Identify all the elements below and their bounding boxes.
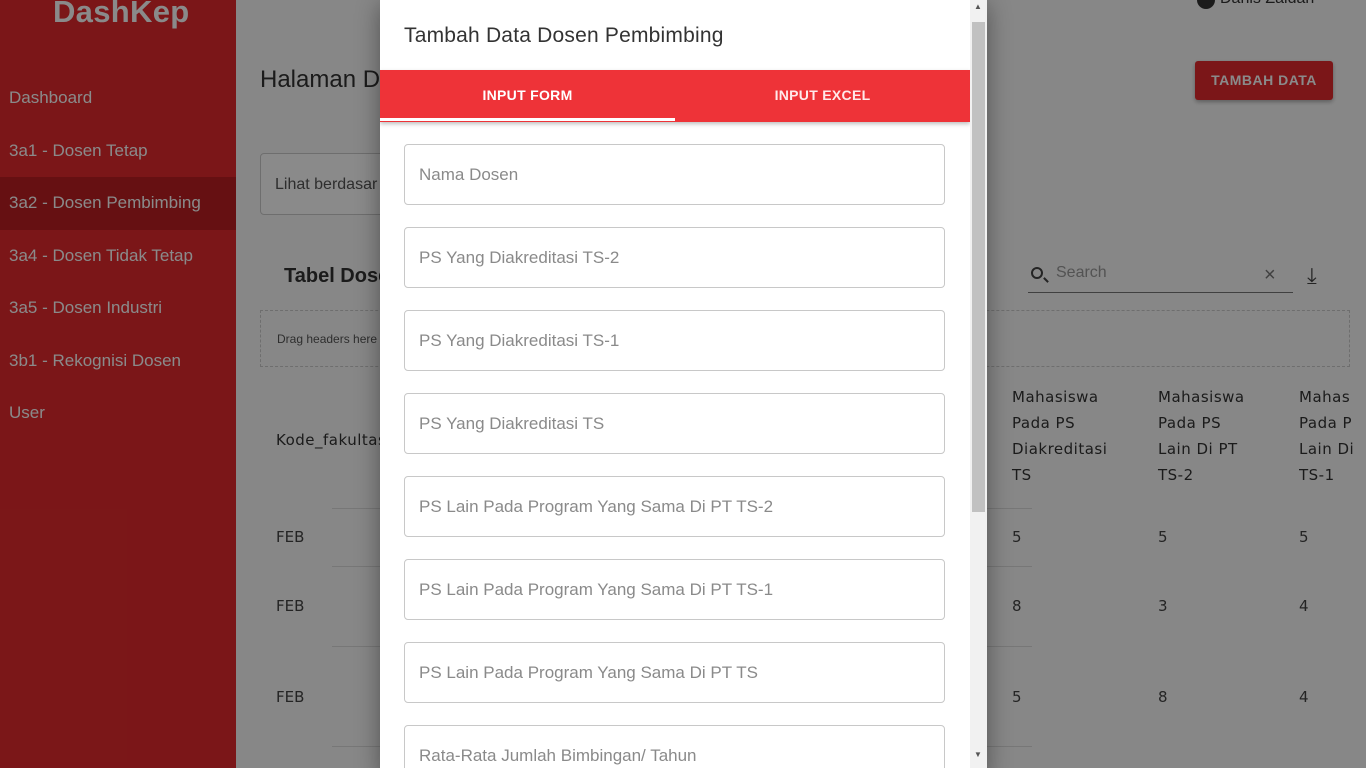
scroll-thumb[interactable] [972, 22, 985, 512]
ps-diakreditasi-ts1-input[interactable] [419, 331, 929, 351]
ps-diakreditasi-ts-input[interactable] [419, 414, 929, 434]
tab-input-excel[interactable]: INPUT EXCEL [675, 70, 970, 122]
dialog-scrollbar[interactable]: ▲ ▼ [970, 0, 987, 768]
add-dosen-pembimbing-dialog: Tambah Data Dosen Pembimbing INPUT FORM … [380, 0, 987, 768]
ps-lain-ts2-field[interactable] [404, 476, 945, 537]
ps-diakreditasi-ts2-input[interactable] [419, 248, 929, 268]
dialog-tabs: INPUT FORM INPUT EXCEL [380, 70, 970, 122]
ps-lain-ts2-input[interactable] [419, 497, 929, 517]
active-tab-indicator [380, 118, 675, 121]
tab-input-form[interactable]: INPUT FORM [380, 70, 675, 122]
rata-rata-bimbingan-field[interactable] [404, 725, 945, 768]
ps-lain-ts-input[interactable] [419, 663, 929, 683]
ps-lain-ts1-input[interactable] [419, 580, 929, 600]
rata-rata-bimbingan-input[interactable] [419, 746, 929, 766]
ps-diakreditasi-ts-field[interactable] [404, 393, 945, 454]
scroll-up-icon[interactable]: ▲ [974, 2, 982, 11]
ps-lain-ts-field[interactable] [404, 642, 945, 703]
ps-diakreditasi-ts1-field[interactable] [404, 310, 945, 371]
scroll-down-icon[interactable]: ▼ [974, 750, 982, 759]
ps-lain-ts1-field[interactable] [404, 559, 945, 620]
dialog-title: Tambah Data Dosen Pembimbing [404, 24, 724, 47]
nama-dosen-input[interactable] [419, 165, 929, 185]
ps-diakreditasi-ts2-field[interactable] [404, 227, 945, 288]
nama-dosen-field[interactable] [404, 144, 945, 205]
